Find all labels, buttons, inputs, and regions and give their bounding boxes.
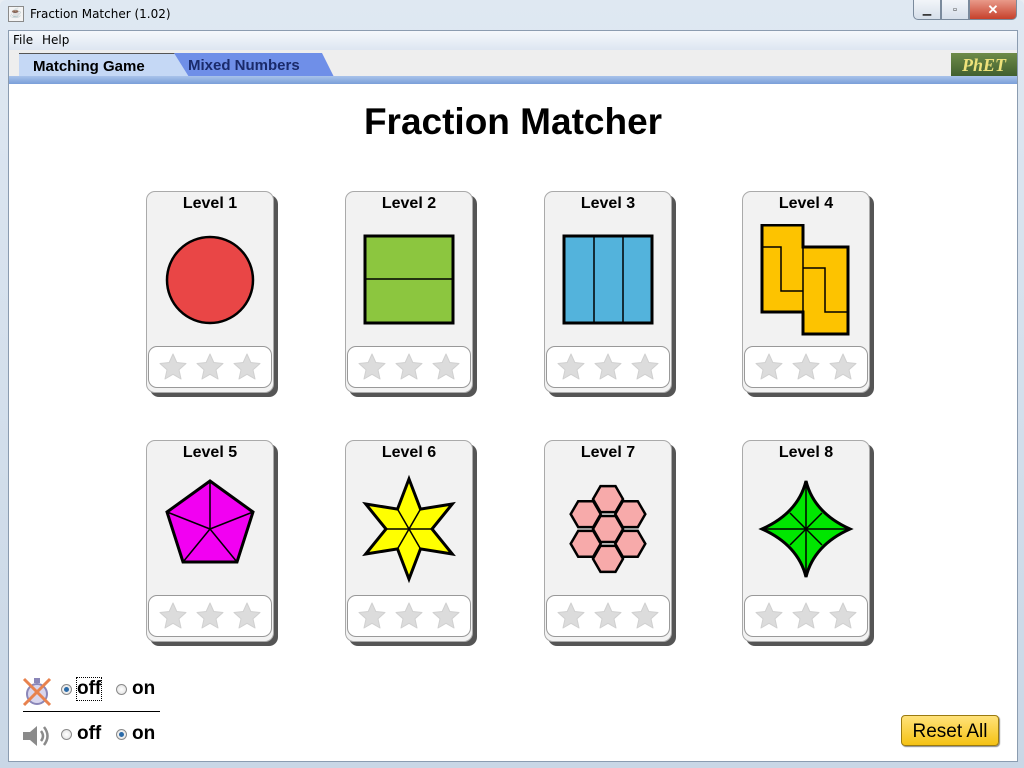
level-card-8[interactable]: Level 8 bbox=[742, 440, 870, 642]
star-icon bbox=[631, 602, 659, 629]
square-vertical-thirds-shape-icon bbox=[562, 234, 654, 325]
star-icon bbox=[594, 353, 622, 380]
star-icon bbox=[755, 353, 783, 380]
timer-off-label[interactable]: off bbox=[75, 677, 103, 701]
sound-off-radio[interactable] bbox=[61, 729, 72, 740]
star-icon bbox=[159, 353, 187, 380]
level-card-6[interactable]: Level 6 bbox=[345, 440, 473, 642]
star-icon bbox=[557, 602, 585, 629]
tab-matching-game[interactable]: Matching Game bbox=[19, 53, 189, 77]
level-stars bbox=[546, 595, 670, 637]
star-icon bbox=[829, 602, 857, 629]
level-label: Level 4 bbox=[778, 195, 834, 212]
level-stars bbox=[744, 346, 868, 388]
maximize-button[interactable]: ▫ bbox=[941, 0, 969, 20]
java-app-icon: ☕ bbox=[8, 6, 24, 22]
level-card-3[interactable]: Level 3 bbox=[544, 191, 672, 393]
speaker-icon bbox=[23, 726, 49, 746]
level-card-4[interactable]: Level 4 bbox=[742, 191, 870, 393]
star-icon bbox=[432, 602, 460, 629]
star-icon bbox=[233, 353, 261, 380]
level-label: Level 5 bbox=[182, 444, 238, 461]
tetromino-pair-shape-icon bbox=[760, 224, 850, 336]
level-stars bbox=[347, 595, 471, 637]
app-window: ☕ Fraction Matcher (1.02) ▁ ▫ ✕ File Hel… bbox=[0, 0, 1024, 768]
star-icon bbox=[792, 353, 820, 380]
level-label: Level 7 bbox=[580, 444, 636, 461]
pentagon-shape-icon bbox=[165, 479, 255, 564]
level-card-7[interactable]: Level 7 bbox=[544, 440, 672, 642]
level-card-2[interactable]: Level 2 bbox=[345, 191, 473, 393]
circle-shape-icon bbox=[165, 235, 255, 325]
square-horizontal-halves-shape-icon bbox=[363, 234, 455, 325]
star-icon bbox=[358, 602, 386, 629]
timer-on-label[interactable]: on bbox=[132, 678, 155, 700]
star-icon bbox=[159, 602, 187, 629]
timer-on-radio[interactable] bbox=[116, 684, 127, 695]
level-card-body: Level 5 bbox=[146, 440, 274, 642]
menu-help[interactable]: Help bbox=[42, 33, 69, 47]
minimize-button[interactable]: ▁ bbox=[913, 0, 941, 20]
star-icon bbox=[395, 353, 423, 380]
level-card-body: Level 8 bbox=[742, 440, 870, 642]
level-card-body: Level 7 bbox=[544, 440, 672, 642]
level-card-body: Level 1 bbox=[146, 191, 274, 393]
level-card-body: Level 4 bbox=[742, 191, 870, 393]
sound-control: off on bbox=[21, 720, 161, 748]
level-label: Level 2 bbox=[381, 195, 437, 212]
page-title: Fraction Matcher bbox=[363, 101, 663, 142]
tab-bar: Mixed Numbers Matching Game PhET bbox=[9, 50, 1017, 84]
tab-mixed-numbers[interactable]: Mixed Numbers bbox=[172, 53, 334, 77]
tab-strip bbox=[9, 76, 1017, 84]
level-label: Level 1 bbox=[182, 195, 238, 212]
six-point-star-shape-icon bbox=[362, 474, 456, 584]
star-icon bbox=[755, 602, 783, 629]
timer-off-radio[interactable] bbox=[61, 684, 72, 695]
hexagon-cluster-shape-icon bbox=[569, 484, 647, 574]
timer-control: off on bbox=[21, 675, 161, 707]
star-icon bbox=[792, 602, 820, 629]
level-stars bbox=[148, 595, 272, 637]
star-icon bbox=[829, 353, 857, 380]
sound-on-radio[interactable] bbox=[116, 729, 127, 740]
stopwatch-disabled-icon bbox=[22, 677, 52, 707]
level-card-body: Level 2 bbox=[345, 191, 473, 393]
level-stars bbox=[347, 346, 471, 388]
star-icon bbox=[594, 602, 622, 629]
sound-off-label[interactable]: off bbox=[77, 723, 101, 745]
level-label: Level 6 bbox=[381, 444, 437, 461]
level-card-body: Level 6 bbox=[345, 440, 473, 642]
star-icon bbox=[395, 602, 423, 629]
client-area: File Help Mixed Numbers Matching Game Ph… bbox=[8, 30, 1018, 762]
menu-file[interactable]: File bbox=[13, 33, 33, 47]
star-icon bbox=[631, 353, 659, 380]
star-icon bbox=[432, 353, 460, 380]
four-point-star-shape-icon bbox=[758, 480, 854, 578]
level-stars bbox=[148, 346, 272, 388]
phet-logo[interactable]: PhET bbox=[951, 53, 1017, 77]
level-card-5[interactable]: Level 5 bbox=[146, 440, 274, 642]
star-icon bbox=[196, 602, 224, 629]
sound-on-label[interactable]: on bbox=[132, 723, 155, 745]
level-stars bbox=[546, 346, 670, 388]
level-label: Level 8 bbox=[778, 444, 834, 461]
reset-all-button[interactable]: Reset All bbox=[901, 715, 999, 746]
controls-divider bbox=[23, 711, 160, 712]
level-label: Level 3 bbox=[580, 195, 636, 212]
window-title: Fraction Matcher (1.02) bbox=[30, 7, 171, 21]
star-icon bbox=[557, 353, 585, 380]
title-bar: ☕ Fraction Matcher (1.02) ▁ ▫ ✕ bbox=[0, 0, 1024, 29]
close-button[interactable]: ✕ bbox=[969, 0, 1017, 20]
star-icon bbox=[358, 353, 386, 380]
level-card-body: Level 3 bbox=[544, 191, 672, 393]
star-icon bbox=[196, 353, 224, 380]
level-stars bbox=[744, 595, 868, 637]
level-card-1[interactable]: Level 1 bbox=[146, 191, 274, 393]
star-icon bbox=[233, 602, 261, 629]
menu-bar: File Help bbox=[9, 31, 1017, 50]
